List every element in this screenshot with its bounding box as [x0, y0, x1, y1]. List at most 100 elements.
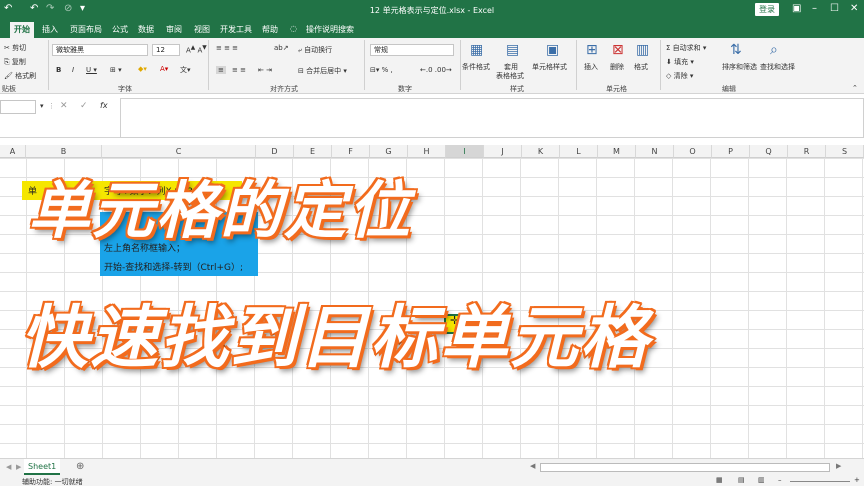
format-table-icon[interactable]: ▤	[506, 42, 519, 58]
hscroll-left-icon[interactable]: ◀	[530, 462, 535, 470]
orientation-icon[interactable]: ab↗	[274, 44, 289, 52]
zoom-out-icon[interactable]: –	[778, 476, 782, 484]
tell-me-search[interactable]: 操作说明搜索	[306, 24, 354, 35]
sort-filter-button[interactable]: 排序和筛选	[722, 62, 757, 72]
delete-cells-button[interactable]: 删除	[610, 62, 624, 72]
sheet-scroll-right-icon[interactable]: ▶	[16, 463, 21, 471]
format-cells-button[interactable]: 格式	[634, 62, 648, 72]
column-header-n[interactable]: N	[636, 145, 674, 158]
sheet-tab-sheet1[interactable]: Sheet1	[24, 459, 61, 475]
font-size-select[interactable]: 12	[152, 44, 180, 56]
wrap-text-button[interactable]: ⤶ 自动换行	[298, 45, 332, 55]
conditional-format-button[interactable]: 条件格式	[462, 62, 490, 72]
column-header-d[interactable]: D	[256, 145, 294, 158]
format-cells-icon[interactable]: ▥	[636, 42, 649, 58]
align-left-icon[interactable]: ≡	[216, 66, 226, 74]
align-center-icon[interactable]: ≡ ≡	[232, 66, 246, 74]
column-header-m[interactable]: M	[598, 145, 636, 158]
cell-styles-button[interactable]: 单元格样式	[532, 62, 567, 72]
insert-cells-icon[interactable]: ⊞	[586, 42, 598, 58]
tab-help[interactable]: 帮助	[262, 24, 278, 35]
accounting-icon[interactable]: ⊟▾ % ,	[370, 66, 393, 74]
column-header-g[interactable]: G	[370, 145, 408, 158]
tab-developer[interactable]: 开发工具	[220, 24, 252, 35]
enter-icon[interactable]: ✓	[80, 101, 88, 111]
maximize-button[interactable]: ☐	[830, 3, 839, 14]
indent-icon[interactable]: ⇤ ⇥	[258, 66, 272, 74]
normal-view-icon[interactable]: ▦	[716, 476, 723, 484]
font-name-select[interactable]: 微软雅黑	[52, 44, 148, 56]
insert-cells-button[interactable]: 插入	[584, 62, 598, 72]
clear-button[interactable]: ◇ 清除 ▾	[666, 71, 693, 81]
sheet-scroll-left-icon[interactable]: ◀	[6, 463, 11, 471]
column-header-f[interactable]: F	[332, 145, 370, 158]
merge-center-button[interactable]: ⊟ 合并后居中 ▾	[298, 66, 347, 76]
align-top-icon[interactable]: ≡ ≡ ≡	[216, 44, 238, 52]
delete-cells-icon[interactable]: ⊠	[612, 42, 624, 58]
ribbon-display-icon[interactable]: ▣	[792, 3, 801, 14]
column-header-r[interactable]: R	[788, 145, 826, 158]
column-header-a[interactable]: A	[0, 145, 26, 158]
column-header-p[interactable]: P	[712, 145, 750, 158]
tab-home[interactable]: 开始	[10, 22, 34, 38]
format-painter-button[interactable]: 🖌 格式刷	[4, 71, 36, 81]
column-header-k[interactable]: K	[522, 145, 560, 158]
close-button[interactable]: ✕	[850, 3, 858, 14]
cell-styles-icon[interactable]: ▣	[546, 42, 559, 58]
ribbon-tabs: 开始 插入 页面布局 公式 数据 审阅 视图 开发工具 帮助 ◌ 操作说明搜索	[0, 20, 864, 38]
fill-button[interactable]: ⬇ 填充 ▾	[666, 57, 694, 67]
column-header-e[interactable]: E	[294, 145, 332, 158]
find-select-button[interactable]: 查找和选择	[760, 62, 795, 72]
page-break-view-icon[interactable]: ▥	[758, 476, 765, 484]
styles-group-label: 样式	[510, 85, 524, 93]
font-color-icon[interactable]: A▾	[160, 65, 168, 73]
fill-color-icon[interactable]: ◆▾	[138, 65, 147, 73]
page-layout-view-icon[interactable]: ▤	[738, 476, 745, 484]
add-sheet-icon[interactable]: ⊕	[76, 461, 84, 472]
cancel-icon[interactable]: ✕	[60, 101, 68, 111]
collapse-ribbon-icon[interactable]: ⌃	[852, 84, 858, 92]
find-select-icon[interactable]: ⌕	[770, 42, 778, 58]
autosum-label: 自动求和	[672, 44, 701, 52]
column-header-l[interactable]: L	[560, 145, 598, 158]
phonetic-icon[interactable]: 文▾	[180, 65, 191, 75]
login-button[interactable]: 登录	[755, 3, 779, 16]
number-format-select[interactable]: 常规	[370, 44, 454, 56]
tab-formulas[interactable]: 公式	[112, 24, 128, 35]
border-icon[interactable]: ⊞ ▾	[110, 66, 122, 74]
font-group-label: 字体	[118, 85, 132, 93]
tab-data[interactable]: 数据	[138, 24, 154, 35]
italic-button[interactable]: I	[72, 66, 74, 74]
decimal-icon[interactable]: ←.0 .00→	[420, 66, 452, 74]
sort-filter-icon[interactable]: ⇅	[730, 42, 742, 58]
tab-page-layout[interactable]: 页面布局	[70, 24, 102, 35]
cut-button[interactable]: ✂ 剪切	[4, 43, 26, 53]
tab-review[interactable]: 审阅	[166, 24, 182, 35]
column-header-s[interactable]: S	[826, 145, 864, 158]
bold-button[interactable]: B	[56, 66, 61, 74]
underline-button[interactable]: U ▾	[86, 66, 97, 74]
column-header-b[interactable]: B	[26, 145, 102, 158]
copy-button[interactable]: ⎘ 复制	[4, 57, 26, 67]
conditional-format-icon[interactable]: ▦	[470, 42, 483, 58]
column-header-j[interactable]: J	[484, 145, 522, 158]
column-header-c[interactable]: C	[102, 145, 256, 158]
tab-view[interactable]: 视图	[194, 24, 210, 35]
autosum-button[interactable]: Σ 自动求和 ▾	[666, 43, 706, 53]
minimize-button[interactable]: –	[812, 3, 817, 14]
column-header-i[interactable]: I	[446, 145, 484, 158]
horizontal-scrollbar[interactable]	[540, 463, 830, 472]
column-header-h[interactable]: H	[408, 145, 446, 158]
fx-icon[interactable]: fx	[100, 101, 108, 110]
hscroll-right-icon[interactable]: ▶	[836, 462, 841, 470]
formula-input[interactable]	[120, 98, 864, 138]
name-box[interactable]	[0, 100, 36, 114]
zoom-slider[interactable]	[790, 481, 850, 482]
column-header-o[interactable]: O	[674, 145, 712, 158]
tab-insert[interactable]: 插入	[42, 24, 58, 35]
column-header-q[interactable]: Q	[750, 145, 788, 158]
cell-c8[interactable]: 开始-查找和选择-转到（Ctrl+G）;	[104, 260, 243, 273]
zoom-in-icon[interactable]: +	[854, 476, 860, 484]
font-grow-icon[interactable]: A▲ A▼	[186, 45, 207, 54]
name-box-dropdown-icon[interactable]: ▾	[40, 102, 44, 110]
